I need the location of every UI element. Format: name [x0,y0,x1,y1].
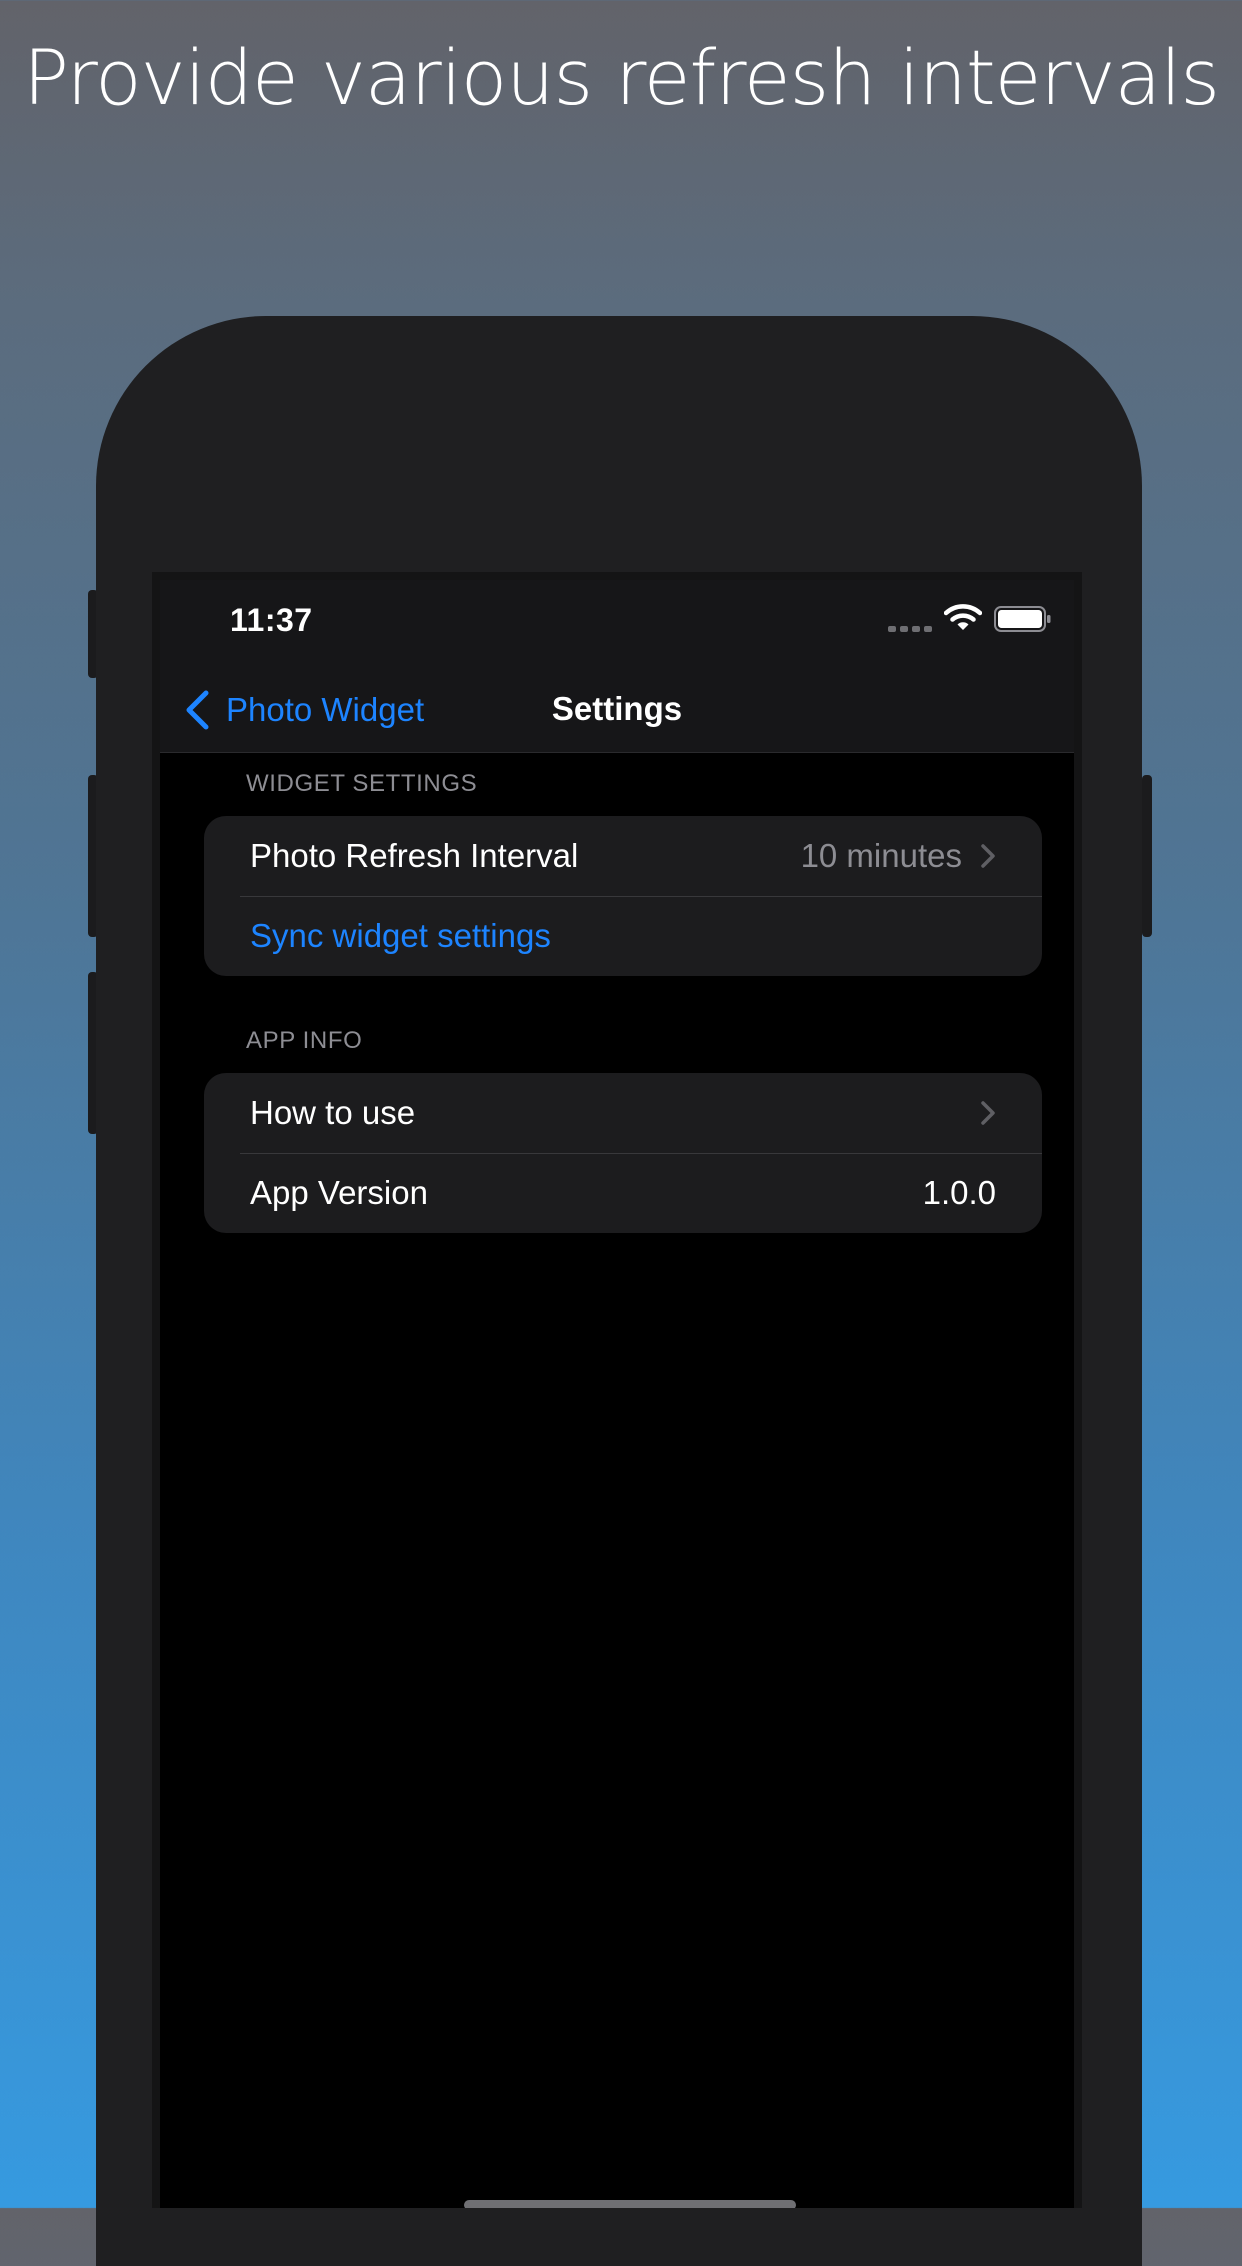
battery-icon [994,606,1051,632]
row-value: 10 minutes [800,837,962,874]
row-label: Sync widget settings [250,917,551,954]
power-button [1142,775,1152,937]
row-label: App Version [250,1174,428,1211]
row-label: Photo Refresh Interval [250,837,579,874]
section-header-widget-settings: WIDGET SETTINGS [246,770,478,797]
app-version-value: 1.0.0 [922,1174,996,1211]
how-to-use-row[interactable]: How to use [204,1073,1042,1153]
home-indicator [464,2200,796,2208]
photo-refresh-interval-row[interactable]: Photo Refresh Interval 10 minutes [204,816,1042,896]
headline: Provide various refresh intervals [23,33,1220,122]
status-time: 11:37 [230,602,313,638]
section-header-app-info: APP INFO [246,1027,363,1054]
app-version-row: App Version 1.0.0 [204,1153,1042,1233]
row-label: How to use [250,1094,416,1131]
navigation-bar: Photo Widget Settings [160,668,1074,753]
app-info-group: How to use App Version 1.0.0 [204,1073,1042,1233]
row-divider [240,1153,1042,1154]
wifi-icon [944,604,982,630]
cellular-signal-icon [888,626,932,632]
sync-widget-settings-button[interactable]: Sync widget settings [204,896,1042,976]
chevron-right-icon [981,1101,995,1125]
page-title: Settings [551,690,683,727]
row-divider [240,896,1042,897]
widget-settings-group: Photo Refresh Interval 10 minutes Sync w… [204,816,1042,976]
chevron-right-icon [981,844,995,868]
phone-screen: 11:37 Photo Widget Settings WIDGET SETTI… [152,572,1082,2208]
status-bar: 11:37 [160,580,1074,668]
